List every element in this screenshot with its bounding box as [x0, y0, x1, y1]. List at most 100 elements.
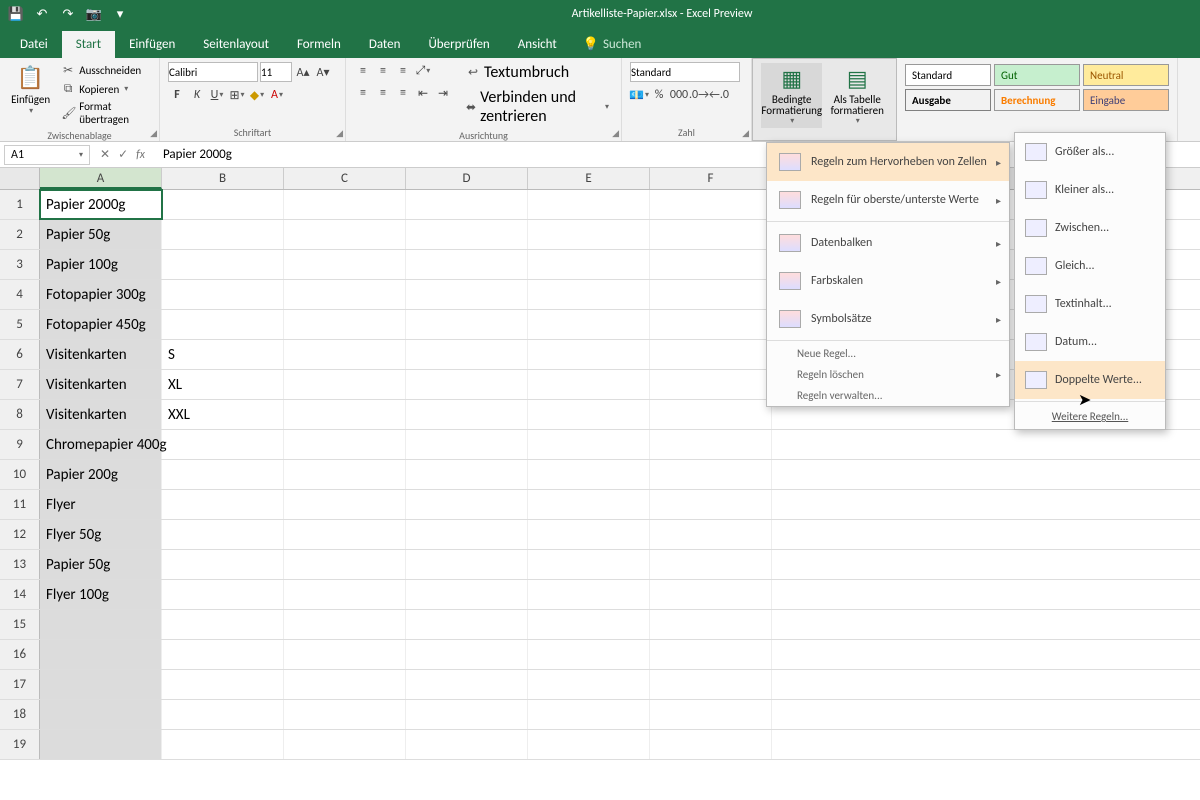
row-header[interactable]: 10 [0, 460, 40, 489]
cell[interactable] [284, 310, 406, 339]
row-header[interactable]: 14 [0, 580, 40, 609]
cell[interactable] [528, 280, 650, 309]
cell[interactable]: Flyer 50g [40, 520, 162, 549]
rule-text-contains[interactable]: Textinhalt... [1015, 285, 1165, 323]
cell[interactable] [650, 640, 772, 669]
cancel-formula-icon[interactable]: ✕ [100, 147, 110, 162]
cf-color-scales[interactable]: Farbskalen▸ [767, 262, 1009, 300]
cell[interactable] [528, 700, 650, 729]
cell[interactable] [162, 730, 284, 759]
row-header[interactable]: 7 [0, 370, 40, 399]
cell[interactable] [650, 310, 772, 339]
cell[interactable] [284, 370, 406, 399]
cell[interactable] [406, 550, 528, 579]
style-ausgabe[interactable]: Ausgabe [905, 89, 991, 111]
cell[interactable]: Papier 100g [40, 250, 162, 279]
row-header[interactable]: 13 [0, 550, 40, 579]
cell[interactable] [162, 220, 284, 249]
cell[interactable] [406, 700, 528, 729]
cell[interactable] [162, 430, 284, 459]
wrap-text-button[interactable]: ↩Textumbruch [462, 62, 613, 83]
cell[interactable] [650, 670, 772, 699]
italic-button[interactable]: K [188, 86, 206, 104]
row-header[interactable]: 2 [0, 220, 40, 249]
style-standard[interactable]: Standard [905, 64, 991, 86]
cell[interactable] [162, 250, 284, 279]
cell[interactable] [528, 310, 650, 339]
style-berechnung[interactable]: Berechnung [994, 89, 1080, 111]
fill-color-button[interactable]: ◆▾ [248, 86, 266, 104]
cell[interactable] [528, 190, 650, 219]
row-header[interactable]: 12 [0, 520, 40, 549]
cf-data-bars[interactable]: Datenbalken▸ [767, 224, 1009, 262]
rule-greater-than[interactable]: Größer als... [1015, 133, 1165, 171]
cell[interactable]: Papier 200g [40, 460, 162, 489]
cell[interactable] [162, 190, 284, 219]
cell[interactable] [528, 220, 650, 249]
cell[interactable] [284, 700, 406, 729]
tab-seitenlayout[interactable]: Seitenlayout [189, 31, 283, 58]
cell[interactable] [650, 550, 772, 579]
column-header-F[interactable]: F [650, 168, 772, 189]
cell[interactable] [406, 250, 528, 279]
cf-top-bottom-rules[interactable]: Regeln für oberste/unterste Werte▸ [767, 181, 1009, 219]
cell[interactable] [284, 490, 406, 519]
cell[interactable] [284, 340, 406, 369]
row-header[interactable]: 17 [0, 670, 40, 699]
column-header-D[interactable]: D [406, 168, 528, 189]
save-icon[interactable]: 💾 [6, 4, 26, 24]
thousands-icon[interactable]: 000 [670, 86, 688, 104]
qat-more-icon[interactable]: ▾ [110, 4, 130, 24]
decimal-decrease-icon[interactable]: ←.0 [710, 86, 728, 104]
cell[interactable] [406, 460, 528, 489]
name-box[interactable]: A1▾ [4, 145, 90, 165]
cf-clear-rules[interactable]: Regeln löschen▸ [767, 364, 1009, 385]
number-format-select[interactable] [630, 62, 740, 82]
row-header[interactable]: 4 [0, 280, 40, 309]
cell[interactable] [650, 340, 772, 369]
cell[interactable] [284, 730, 406, 759]
cell[interactable]: Chromepapier 400g [40, 430, 162, 459]
cell[interactable] [650, 700, 772, 729]
cell[interactable] [650, 400, 772, 429]
cell[interactable] [40, 640, 162, 669]
cell[interactable] [528, 340, 650, 369]
cell[interactable] [650, 370, 772, 399]
cf-new-rule[interactable]: Neue Regel... [767, 343, 1009, 364]
cell[interactable] [284, 610, 406, 639]
cell[interactable]: Visitenkarten [40, 340, 162, 369]
cell[interactable] [650, 610, 772, 639]
cell[interactable] [162, 670, 284, 699]
indent-decrease-icon[interactable]: ⇤ [414, 84, 432, 102]
cell[interactable] [284, 400, 406, 429]
redo-icon[interactable]: ↷ [58, 4, 78, 24]
tab-einfugen[interactable]: Einfügen [115, 31, 189, 58]
paste-button[interactable]: 📋 Einfügen ▾ [8, 62, 53, 118]
cell[interactable] [650, 280, 772, 309]
column-header-C[interactable]: C [284, 168, 406, 189]
alignment-launcher-icon[interactable]: ◢ [612, 128, 619, 139]
align-middle-icon[interactable]: ≡ [374, 62, 392, 80]
enter-formula-icon[interactable]: ✓ [118, 147, 128, 162]
cell[interactable] [650, 250, 772, 279]
cell[interactable]: Papier 50g [40, 550, 162, 579]
align-left-icon[interactable]: ≡ [354, 84, 372, 102]
cell[interactable] [528, 460, 650, 489]
cell[interactable] [40, 730, 162, 759]
row-header[interactable]: 6 [0, 340, 40, 369]
cell[interactable] [650, 730, 772, 759]
cell[interactable] [406, 400, 528, 429]
column-header-A[interactable]: A [40, 168, 162, 189]
decrease-font-icon[interactable]: A▾ [314, 63, 332, 81]
tab-uberprufen[interactable]: Überprüfen [414, 31, 503, 58]
cell[interactable] [284, 520, 406, 549]
cell[interactable] [406, 490, 528, 519]
cell[interactable] [406, 310, 528, 339]
cell[interactable]: Visitenkarten [40, 370, 162, 399]
font-color-button[interactable]: A▾ [268, 86, 286, 104]
rule-date[interactable]: Datum... [1015, 323, 1165, 361]
increase-font-icon[interactable]: A▴ [294, 63, 312, 81]
orientation-icon[interactable]: ⤢▾ [414, 62, 432, 80]
cell[interactable] [284, 670, 406, 699]
undo-icon[interactable]: ↶ [32, 4, 52, 24]
